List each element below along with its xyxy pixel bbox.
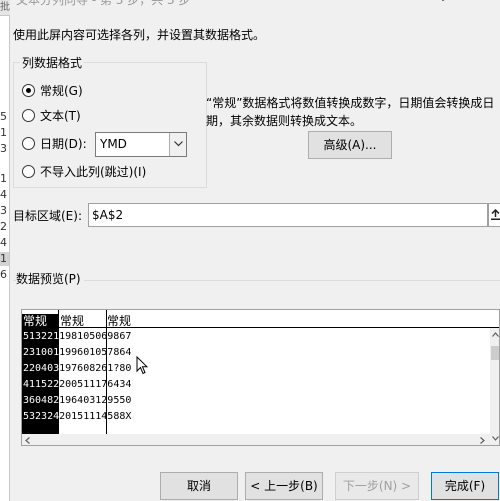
radio-general[interactable]: 常规(G) (22, 80, 83, 100)
background-cell: 5 (0, 110, 7, 123)
dialog-titlebar: 文本分列向导 - 第 3 步，共 3 步 ? (10, 0, 500, 8)
destination-label: 目标区域(E): (13, 209, 82, 223)
preview-column-header[interactable]: 常规 (60, 314, 84, 328)
background-cell: 4 (0, 236, 7, 249)
background-sheet-strip: 批 5 1 3 1 4 3 2 4 1 6 (0, 0, 10, 501)
cancel-button[interactable]: 取消 (160, 472, 238, 500)
finish-button[interactable]: 完成(F) (431, 472, 499, 500)
preview-row: 513221198105069867 (23, 331, 132, 342)
preview-row: 53232420151114588X (23, 411, 132, 422)
radio-date-label: 日期(D): (40, 136, 87, 151)
destination-value: $A$2 (92, 208, 124, 222)
radio-skip[interactable]: 不导入此列(跳过)(I) (22, 161, 146, 181)
data-preview-pane[interactable]: 常规 常规 常规 513221198105069867 231001199601… (21, 309, 500, 446)
scroll-down-icon (492, 436, 499, 441)
radio-general-label: 常规(G) (40, 83, 83, 98)
background-cell: 3 (0, 142, 7, 155)
format-description: “常规”数据格式将数值转换成数字，日期值会转换成日期，其余数据则转换成文本。 (206, 96, 495, 128)
destination-input[interactable]: $A$2 (88, 203, 488, 227)
column-break-line[interactable] (106, 310, 107, 328)
radio-date-circle[interactable] (22, 136, 35, 150)
dialog-title: 文本分列向导 - 第 3 步，共 3 步 (16, 0, 191, 7)
advanced-button[interactable]: 高级(A)... (308, 131, 392, 159)
radio-text-circle[interactable] (22, 108, 35, 122)
scroll-left-icon (25, 437, 30, 444)
preview-row: 360482196403129550 (23, 395, 132, 406)
date-format-value: YMD (100, 137, 127, 151)
scroll-right-icon (480, 437, 485, 444)
scroll-up-icon (492, 332, 499, 337)
preview-scroll-thumb[interactable] (491, 346, 499, 360)
radio-date[interactable]: 日期(D): (22, 133, 87, 153)
previous-button[interactable]: < 上一步(B) (245, 472, 323, 500)
preview-row: 220403197608261?80 (23, 363, 132, 374)
background-cell: 1 (0, 126, 7, 139)
help-button[interactable]: ? (440, 0, 447, 4)
preview-row: 231001199601057864 (23, 347, 132, 358)
preview-header-row (22, 310, 499, 328)
next-button[interactable]: 下一步(N) > (335, 472, 419, 500)
background-cell: 4 (0, 188, 7, 201)
radio-general-circle[interactable] (22, 83, 35, 97)
preview-column-header[interactable]: 常规 (22, 314, 58, 328)
preview-horizontal-scrollbar[interactable] (22, 434, 490, 445)
radio-text[interactable]: 文本(T) (22, 105, 81, 125)
background-cell: 3 (0, 204, 7, 217)
background-sheet-header: 批 (0, 0, 10, 16)
background-cell: 2 (0, 220, 7, 233)
preview-column-header[interactable]: 常规 (107, 314, 131, 328)
date-format-select[interactable]: YMD (95, 132, 187, 157)
radio-skip-label: 不导入此列(跳过)(I) (40, 164, 147, 179)
instruction-text: 使用此屏内容可选择各列，并设置其数据格式。 (13, 28, 266, 42)
collapse-dialog-icon[interactable] (488, 203, 500, 227)
background-cell: 1 (0, 252, 9, 266)
column-format-group: 列数据格式 常规(G) 文本(T) 日期(D): 不导入此列(跳过)(I) (13, 54, 207, 188)
preview-label: 数据预览(P) (16, 270, 84, 287)
column-break-line[interactable] (58, 310, 59, 328)
preview-row: 411522200511176434 (23, 379, 132, 390)
mouse-pointer-icon (136, 356, 148, 375)
preview-vertical-scrollbar[interactable] (490, 328, 499, 445)
background-cell: 6 (0, 268, 7, 281)
column-format-legend: 列数据格式 (20, 54, 85, 71)
radio-text-label: 文本(T) (40, 108, 81, 123)
background-cell: 1 (0, 172, 7, 185)
radio-skip-circle[interactable] (22, 164, 35, 178)
chevron-down-icon[interactable] (169, 133, 186, 156)
text-to-columns-dialog: 文本分列向导 - 第 3 步，共 3 步 ? 使用此屏内容可选择各列，并设置其数… (10, 0, 500, 501)
